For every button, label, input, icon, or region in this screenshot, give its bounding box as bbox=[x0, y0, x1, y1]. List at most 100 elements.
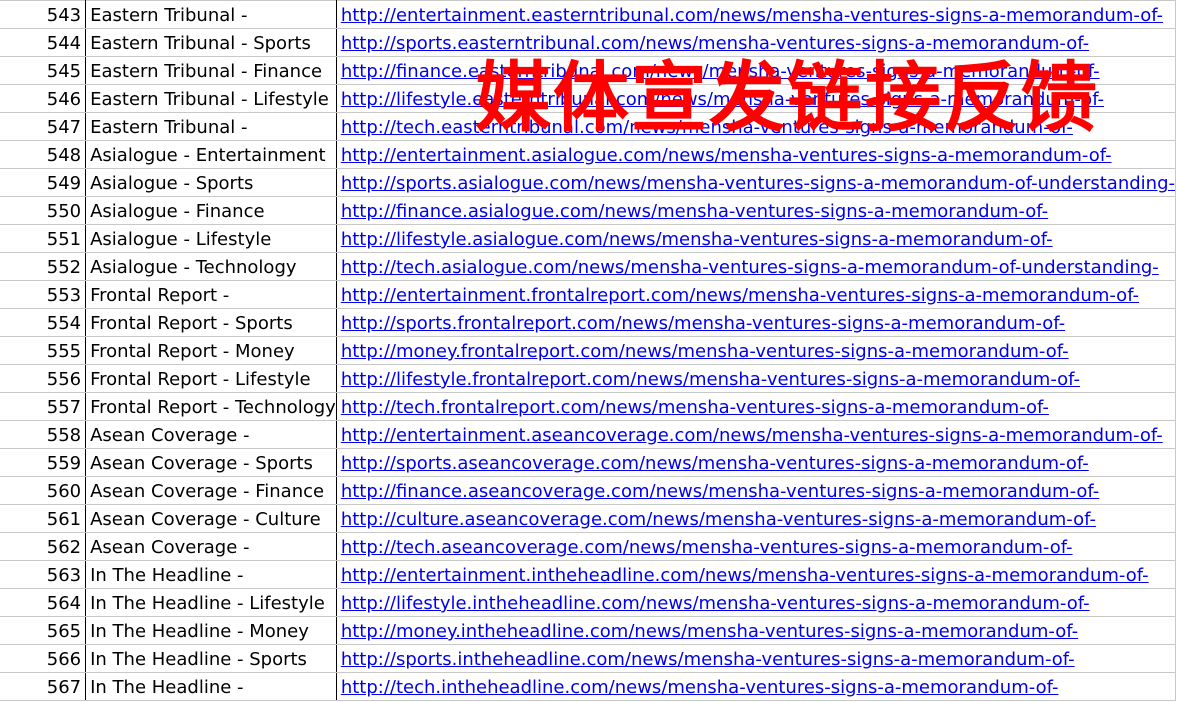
url-cell[interactable]: http://entertainment.frontalreport.com/n… bbox=[335, 280, 1177, 309]
media-name-cell[interactable]: Eastern Tribunal - bbox=[85, 0, 337, 29]
article-link[interactable]: http://tech.easterntribunal.com/news/men… bbox=[341, 117, 1073, 138]
table-row: 567 In The Headline - http://tech.inthehea… bbox=[0, 672, 1177, 701]
table-row: 558 Asean Coverage - http://entertainment.… bbox=[0, 420, 1177, 449]
media-name-cell[interactable]: Frontal Report - Money bbox=[85, 336, 337, 365]
article-link[interactable]: http://sports.easterntribunal.com/news/m… bbox=[341, 33, 1089, 54]
media-name-cell[interactable]: In The Headline - bbox=[85, 672, 337, 701]
media-name-cell[interactable]: Eastern Tribunal - Lifestyle bbox=[85, 84, 337, 113]
article-link[interactable]: http://lifestyle.easterntribunal.com/new… bbox=[341, 89, 1104, 110]
article-link[interactable]: http://entertainment.easterntribunal.com… bbox=[341, 5, 1163, 26]
link-table: 543 Eastern Tribunal - http://entertainmen… bbox=[0, 0, 1177, 701]
row-number: 548 bbox=[0, 140, 87, 169]
row-number: 563 bbox=[0, 560, 87, 589]
table-body: 543 Eastern Tribunal - http://entertainmen… bbox=[0, 0, 1177, 701]
url-cell[interactable]: http://lifestyle.asialogue.com/news/mens… bbox=[335, 224, 1177, 253]
url-cell[interactable]: http://finance.aseancoverage.com/news/me… bbox=[335, 476, 1177, 505]
media-name-cell[interactable]: In The Headline - bbox=[85, 560, 337, 589]
article-link[interactable]: http://entertainment.frontalreport.com/n… bbox=[341, 285, 1139, 306]
table-row: 544 Eastern Tribunal - Sports http://sport… bbox=[0, 28, 1177, 57]
article-link[interactable]: http://entertainment.intheheadline.com/n… bbox=[341, 565, 1149, 586]
article-link[interactable]: http://tech.aseancoverage.com/news/mensh… bbox=[341, 537, 1073, 558]
table-row: 564 In The Headline - Lifestyle http://lif… bbox=[0, 588, 1177, 617]
url-cell[interactable]: http://money.frontalreport.com/news/mens… bbox=[335, 336, 1177, 365]
url-cell[interactable]: http://sports.frontalreport.com/news/men… bbox=[335, 308, 1177, 337]
article-link[interactable]: http://sports.asialogue.com/news/mensha-… bbox=[341, 173, 1175, 194]
table-row: 551 Asialogue - Lifestyle http://lifestyle… bbox=[0, 224, 1177, 253]
media-name-cell[interactable]: Asialogue - Sports bbox=[85, 168, 337, 197]
row-number: 555 bbox=[0, 336, 87, 365]
url-cell[interactable]: http://tech.aseancoverage.com/news/mensh… bbox=[335, 532, 1177, 561]
article-link[interactable]: http://sports.intheheadline.com/news/men… bbox=[341, 649, 1075, 670]
article-link[interactable]: http://lifestyle.asialogue.com/news/mens… bbox=[341, 229, 1053, 250]
media-name-cell[interactable]: In The Headline - Sports bbox=[85, 644, 337, 673]
media-name-cell[interactable]: Asialogue - Technology bbox=[85, 252, 337, 281]
url-cell[interactable]: http://entertainment.easterntribunal.com… bbox=[335, 0, 1177, 29]
media-name-cell[interactable]: Asialogue - Lifestyle bbox=[85, 224, 337, 253]
table-row: 559 Asean Coverage - Sports http://sports.… bbox=[0, 448, 1177, 477]
media-name-cell[interactable]: Eastern Tribunal - Sports bbox=[85, 28, 337, 57]
article-link[interactable]: http://tech.asialogue.com/news/mensha-ve… bbox=[341, 257, 1159, 278]
media-name-cell[interactable]: Asialogue - Entertainment bbox=[85, 140, 337, 169]
table-row: 546 Eastern Tribunal - Lifestyle http://li… bbox=[0, 84, 1177, 113]
media-name-cell[interactable]: Asean Coverage - Sports bbox=[85, 448, 337, 477]
media-name-cell[interactable]: Frontal Report - Technology bbox=[85, 392, 337, 421]
article-link[interactable]: http://finance.asialogue.com/news/mensha… bbox=[341, 201, 1048, 222]
table-row: 550 Asialogue - Finance http://finance.asi… bbox=[0, 196, 1177, 225]
article-link[interactable]: http://money.frontalreport.com/news/mens… bbox=[341, 341, 1069, 362]
row-number: 565 bbox=[0, 616, 87, 645]
url-cell[interactable]: http://sports.asialogue.com/news/mensha-… bbox=[335, 168, 1177, 197]
row-number: 547 bbox=[0, 112, 87, 141]
media-name-cell[interactable]: Asean Coverage - Culture bbox=[85, 504, 337, 533]
media-name-cell[interactable]: Asean Coverage - bbox=[85, 420, 337, 449]
row-number: 558 bbox=[0, 420, 87, 449]
article-link[interactable]: http://entertainment.aseancoverage.com/n… bbox=[341, 425, 1163, 446]
article-link[interactable]: http://lifestyle.intheheadline.com/news/… bbox=[341, 593, 1090, 614]
table-row: 562 Asean Coverage - http://tech.aseancove… bbox=[0, 532, 1177, 561]
article-link[interactable]: http://tech.intheheadline.com/news/mensh… bbox=[341, 677, 1059, 698]
article-link[interactable]: http://lifestyle.frontalreport.com/news/… bbox=[341, 369, 1080, 390]
media-name-cell[interactable]: Eastern Tribunal - bbox=[85, 112, 337, 141]
media-name-cell[interactable]: Frontal Report - bbox=[85, 280, 337, 309]
url-cell[interactable]: http://sports.aseancoverage.com/news/men… bbox=[335, 448, 1177, 477]
url-cell[interactable]: http://lifestyle.easterntribunal.com/new… bbox=[335, 84, 1177, 113]
media-name-cell[interactable]: Eastern Tribunal - Finance bbox=[85, 56, 337, 85]
url-cell[interactable]: http://entertainment.aseancoverage.com/n… bbox=[335, 420, 1177, 449]
url-cell[interactable]: http://finance.easterntribunal.com/news/… bbox=[335, 56, 1177, 85]
media-name-cell[interactable]: In The Headline - Lifestyle bbox=[85, 588, 337, 617]
table-row: 553 Frontal Report - http://entertainment.… bbox=[0, 280, 1177, 309]
row-number: 560 bbox=[0, 476, 87, 505]
article-link[interactable]: http://sports.aseancoverage.com/news/men… bbox=[341, 453, 1089, 474]
url-cell[interactable]: http://tech.intheheadline.com/news/mensh… bbox=[335, 672, 1177, 701]
url-cell[interactable]: http://sports.intheheadline.com/news/men… bbox=[335, 644, 1177, 673]
media-name-cell[interactable]: In The Headline - Money bbox=[85, 616, 337, 645]
url-cell[interactable]: http://tech.easterntribunal.com/news/men… bbox=[335, 112, 1177, 141]
url-cell[interactable]: http://money.intheheadline.com/news/mens… bbox=[335, 616, 1177, 645]
media-name-cell[interactable]: Frontal Report - Sports bbox=[85, 308, 337, 337]
table-row: 561 Asean Coverage - Culture http://cultur… bbox=[0, 504, 1177, 533]
row-number: 551 bbox=[0, 224, 87, 253]
article-link[interactable]: http://sports.frontalreport.com/news/men… bbox=[341, 313, 1065, 334]
article-link[interactable]: http://finance.easterntribunal.com/news/… bbox=[341, 61, 1100, 82]
media-name-cell[interactable]: Asean Coverage - bbox=[85, 532, 337, 561]
url-cell[interactable]: http://tech.frontalreport.com/news/mensh… bbox=[335, 392, 1177, 421]
table-row: 543 Eastern Tribunal - http://entertainmen… bbox=[0, 0, 1177, 29]
article-link[interactable]: http://finance.aseancoverage.com/news/me… bbox=[341, 481, 1099, 502]
url-cell[interactable]: http://lifestyle.frontalreport.com/news/… bbox=[335, 364, 1177, 393]
media-name-cell[interactable]: Frontal Report - Lifestyle bbox=[85, 364, 337, 393]
media-name-cell[interactable]: Asialogue - Finance bbox=[85, 196, 337, 225]
row-number: 550 bbox=[0, 196, 87, 225]
article-link[interactable]: http://tech.frontalreport.com/news/mensh… bbox=[341, 397, 1049, 418]
url-cell[interactable]: http://entertainment.intheheadline.com/n… bbox=[335, 560, 1177, 589]
url-cell[interactable]: http://sports.easterntribunal.com/news/m… bbox=[335, 28, 1177, 57]
url-cell[interactable]: http://finance.asialogue.com/news/mensha… bbox=[335, 196, 1177, 225]
url-cell[interactable]: http://culture.aseancoverage.com/news/me… bbox=[335, 504, 1177, 533]
url-cell[interactable]: http://tech.asialogue.com/news/mensha-ve… bbox=[335, 252, 1177, 281]
url-cell[interactable]: http://lifestyle.intheheadline.com/news/… bbox=[335, 588, 1177, 617]
row-number: 554 bbox=[0, 308, 87, 337]
article-link[interactable]: http://money.intheheadline.com/news/mens… bbox=[341, 621, 1078, 642]
article-link[interactable]: http://culture.aseancoverage.com/news/me… bbox=[341, 509, 1096, 530]
url-cell[interactable]: http://entertainment.asialogue.com/news/… bbox=[335, 140, 1177, 169]
table-row: 566 In The Headline - Sports http://sports… bbox=[0, 644, 1177, 673]
media-name-cell[interactable]: Asean Coverage - Finance bbox=[85, 476, 337, 505]
article-link[interactable]: http://entertainment.asialogue.com/news/… bbox=[341, 145, 1112, 166]
